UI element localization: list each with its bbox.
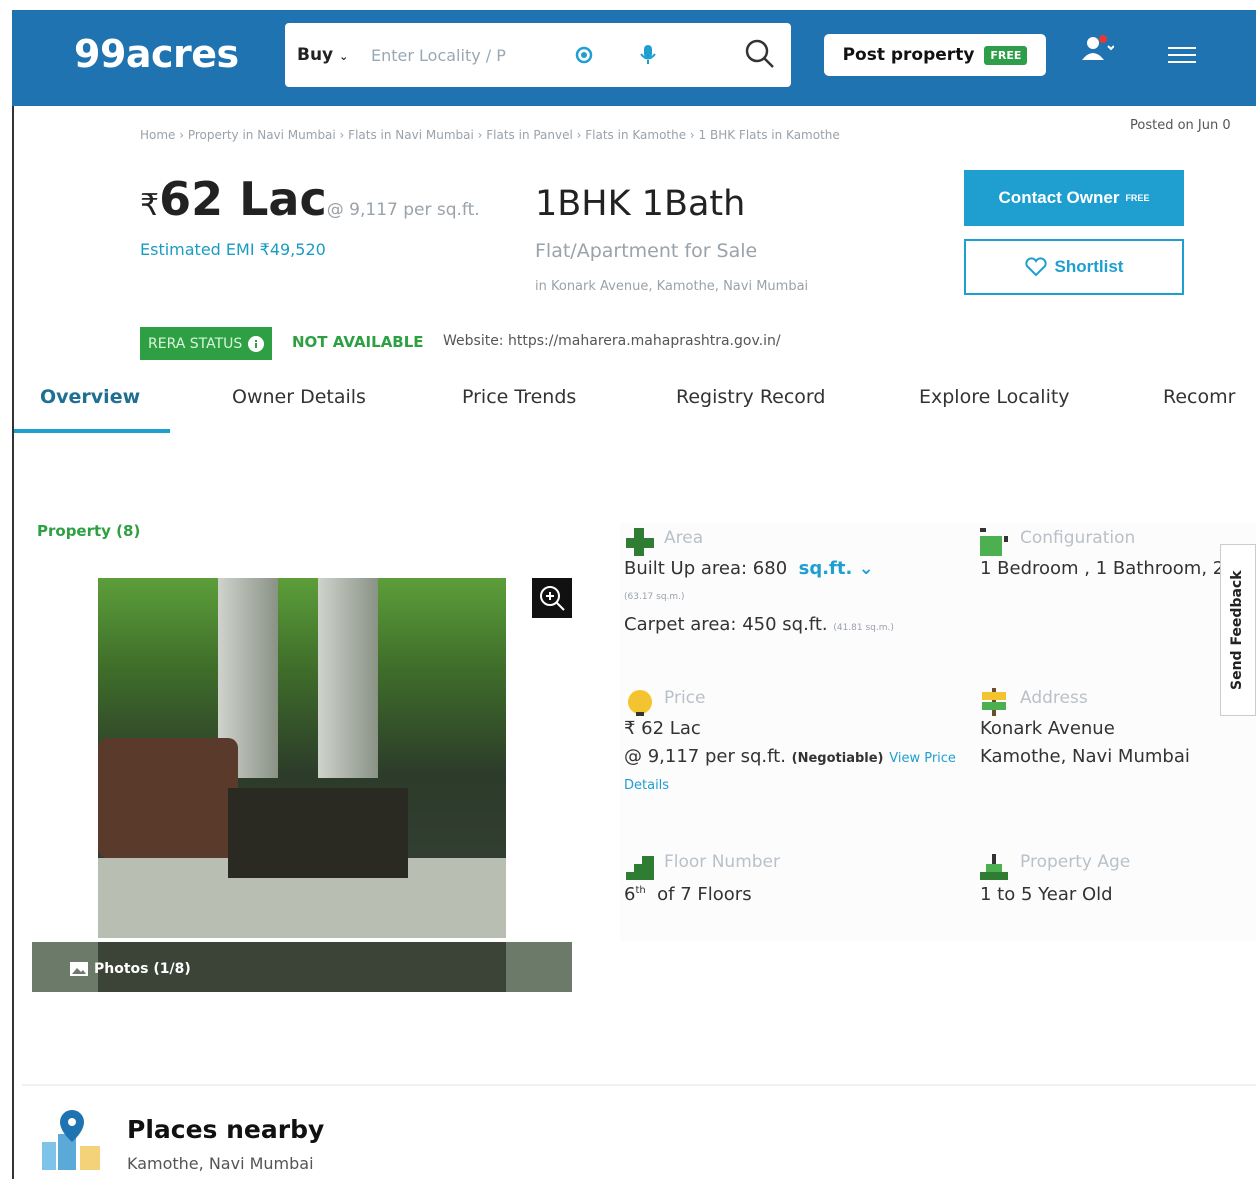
view-price-link[interactable]: View Price [889, 751, 956, 766]
built-up-value: Built Up area: 680 [624, 558, 788, 579]
area-unit-dropdown[interactable]: sq.ft. ⌄ [799, 558, 874, 579]
property-photo[interactable] [98, 578, 506, 938]
price: ₹62 Lac@ 9,117 per sq.ft. [140, 172, 480, 226]
contact-owner-label: Contact Owner [998, 188, 1120, 207]
carpet-sqm: (41.81 sq.m.) [833, 623, 894, 633]
chevron-down-icon: ⌄ [858, 558, 874, 579]
address-label: Address [1020, 688, 1088, 708]
zoom-in-icon [540, 586, 565, 611]
rera-status-badge[interactable]: RERA STATUS [140, 327, 273, 360]
built-up-area: Built Up area: 680 sq.ft. ⌄ [624, 558, 874, 579]
tab-overview[interactable]: Overview [40, 386, 140, 408]
search-icon[interactable] [743, 37, 777, 71]
buy-label: Buy [297, 45, 334, 65]
property-location: in Konark Avenue, Kamothe, Navi Mumbai [535, 279, 809, 294]
tab-owner-details[interactable]: Owner Details [232, 386, 366, 408]
emi-link[interactable]: Estimated EMI ₹49,520 [140, 240, 326, 259]
area-unit-label: sq.ft. [798, 558, 853, 579]
tab-price-trends[interactable]: Price Trends [462, 386, 576, 408]
send-feedback-label: Send Feedback [1229, 570, 1245, 690]
tab-registry-record[interactable]: Registry Record [676, 386, 825, 408]
mic-icon[interactable] [638, 43, 658, 67]
floor-ordinal: th [635, 885, 646, 896]
contact-owner-button[interactable]: Contact Owner FREE [964, 170, 1184, 226]
address-signpost-icon [982, 688, 1006, 716]
zoom-in-button[interactable] [532, 578, 572, 618]
property-photo-count: Property (8) [37, 522, 141, 540]
active-tab-indicator [14, 429, 170, 433]
area-label: Area [664, 528, 704, 548]
user-account-icon[interactable] [1080, 32, 1114, 66]
photo-table [228, 788, 408, 878]
search-input[interactable] [371, 41, 541, 69]
negotiable-tag: (Negotiable) [791, 751, 884, 766]
price-label: Price [664, 688, 706, 708]
places-nearby-icon [42, 1110, 100, 1170]
post-property-button[interactable]: Post property FREE [824, 34, 1046, 76]
configuration-icon [980, 528, 1008, 556]
price-per-sqft: @ 9,117 per sq.ft. [326, 200, 480, 220]
shortlist-label: Shortlist [1054, 257, 1124, 276]
property-age-label: Property Age [1020, 852, 1131, 872]
price-per-sqft-text: @ 9,117 per sq.ft. [624, 746, 786, 767]
address-line2: Kamothe, Navi Mumbai [980, 746, 1190, 767]
rera-status-value: NOT AVAILABLE [292, 333, 424, 351]
photos-label: Photos (1/8) [94, 961, 191, 977]
places-nearby-subtitle: Kamothe, Navi Mumbai [127, 1154, 314, 1173]
floor-value: 6 [624, 884, 636, 905]
page-edge [12, 106, 14, 1179]
view-price-details-link[interactable]: Details [624, 778, 669, 793]
shortlist-button[interactable]: Shortlist [964, 239, 1184, 295]
site-logo[interactable]: 99acres [74, 32, 239, 76]
property-details: Area Built Up area: 680 sq.ft. ⌄ (63.17 … [620, 522, 1256, 942]
floor-number-label: Floor Number [664, 852, 780, 872]
post-property-label: Post property [842, 45, 975, 65]
carpet-area-value: Carpet area: 450 sq.ft. [624, 614, 828, 635]
photo-curtain [318, 578, 378, 778]
tab-recommendations[interactable]: Recomr [1163, 386, 1235, 408]
price-detail-value: ₹ 62 Lac [624, 718, 701, 739]
floor-number-icon [626, 856, 654, 880]
buy-dropdown[interactable]: Buy ⌄ [297, 45, 348, 65]
heart-icon [1024, 257, 1047, 277]
photos-link[interactable]: Photos (1/8) [70, 961, 191, 977]
tab-explore-locality[interactable]: Explore Locality [919, 386, 1070, 408]
carpet-area: Carpet area: 450 sq.ft. (41.81 sq.m.) [624, 614, 894, 635]
total-floors: of 7 Floors [657, 884, 752, 905]
info-icon[interactable] [248, 335, 265, 352]
top-header: 99acres Buy ⌄ Post property FREE [12, 10, 1256, 106]
property-age-value: 1 to 5 Year Old [980, 884, 1113, 905]
bhk-title: 1BHK 1Bath [535, 184, 746, 224]
send-feedback-tab[interactable]: Send Feedback [1220, 544, 1256, 716]
section-tabs: Overview Owner Details Price Trends Regi… [12, 370, 1256, 434]
search-bar: Buy ⌄ [285, 23, 791, 87]
rera-badge-label: RERA STATUS [148, 335, 243, 352]
price-icon [628, 690, 652, 716]
built-up-sqm: (63.17 sq.m.) [624, 592, 685, 602]
configuration-value: 1 Bedroom , 1 Bathroom, 2 [980, 558, 1225, 579]
rupee-symbol: ₹ [140, 188, 160, 223]
photo-sofa [98, 738, 238, 858]
property-age-icon [980, 854, 1008, 880]
posted-date: Posted on Jun 0 [1130, 118, 1231, 133]
floor-number-value: 6th of 7 Floors [624, 884, 752, 905]
property-type: Flat/Apartment for Sale [535, 240, 758, 262]
menu-icon[interactable] [1168, 44, 1196, 66]
free-badge: FREE [984, 45, 1028, 65]
configuration-label: Configuration [1020, 528, 1136, 548]
rera-website[interactable]: Website: https://maharera.mahaprashtra.g… [443, 333, 781, 349]
locate-me-icon[interactable] [574, 45, 594, 65]
breadcrumb[interactable]: Home › Property in Navi Mumbai › Flats i… [140, 128, 840, 142]
image-icon [70, 962, 88, 976]
section-divider [22, 1084, 1256, 1086]
contact-free-tag: FREE [1125, 193, 1150, 203]
chevron-down-icon: ⌄ [339, 50, 349, 63]
price-detail-per-sqft: @ 9,117 per sq.ft. (Negotiable) View Pri… [624, 746, 956, 767]
address-line1: Konark Avenue [980, 718, 1115, 739]
price-value: 62 Lac [159, 172, 327, 226]
area-icon [626, 528, 654, 556]
places-nearby-title: Places nearby [127, 1115, 325, 1144]
